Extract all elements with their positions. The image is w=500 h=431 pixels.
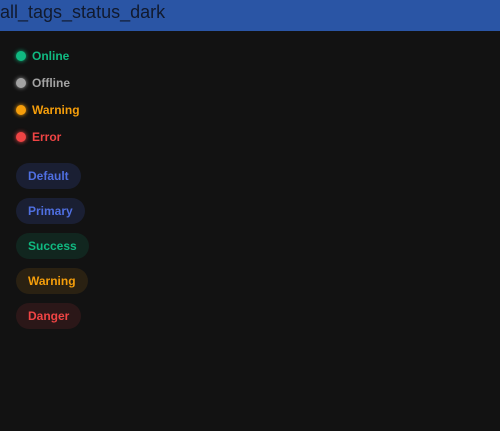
tag-primary: Primary <box>16 198 85 224</box>
status-online: Online <box>16 49 69 63</box>
tag-warning: Warning <box>16 268 88 294</box>
status-label: Error <box>32 130 62 144</box>
status-label: Online <box>32 49 70 63</box>
status-dot-icon <box>16 78 26 88</box>
status-dot-icon <box>16 132 26 142</box>
title-bar: all_tags_status_dark <box>0 0 500 31</box>
tag-default: Default <box>16 163 81 189</box>
tag-success: Success <box>16 233 89 259</box>
tag-danger: Danger <box>16 303 82 329</box>
window-title: all_tags_status_dark <box>0 2 166 22</box>
status-offline: Offline <box>16 76 70 90</box>
status-error: Error <box>16 130 61 144</box>
status-dot-icon <box>16 51 26 61</box>
status-dot-icon <box>16 105 26 115</box>
status-label: Offline <box>32 76 70 90</box>
status-label: Warning <box>32 103 80 117</box>
status-warning: Warning <box>16 103 80 117</box>
